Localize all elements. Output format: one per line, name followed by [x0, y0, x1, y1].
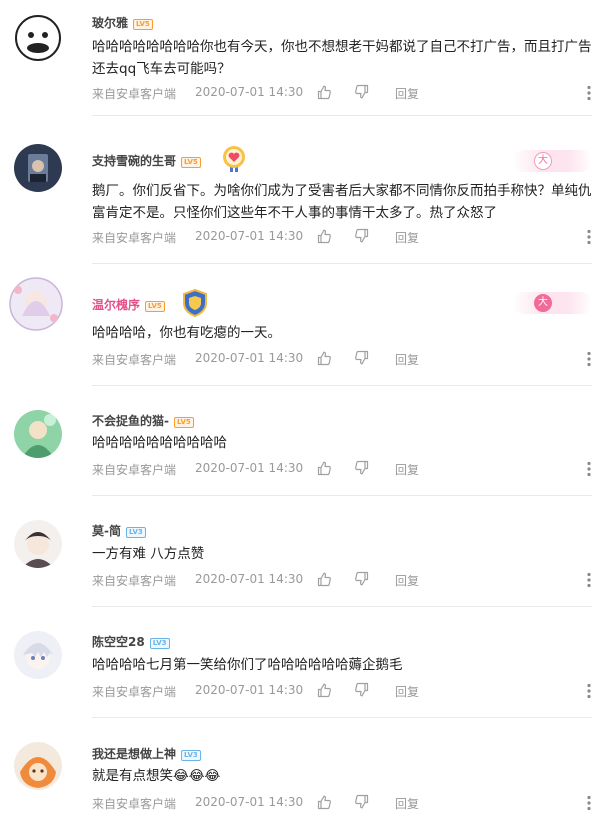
fan-badge: 大: [534, 294, 552, 312]
avatar[interactable]: [14, 742, 62, 790]
reply-button[interactable]: 回复: [395, 229, 419, 246]
comment-text: 就是有点想笑😂😂😂: [92, 768, 221, 784]
more-vertical-icon[interactable]: [586, 795, 592, 811]
timestamp: 2020-07-01 14:30: [195, 229, 304, 243]
source-label: 来自安卓客户端: [92, 353, 177, 367]
username[interactable]: 温尔槐序 LV5: [92, 296, 165, 313]
reply-button[interactable]: 回复: [395, 351, 419, 368]
thumbs-up-icon[interactable]: [316, 794, 332, 810]
username[interactable]: 不会捉鱼的猫- LV5: [92, 412, 194, 429]
comment-text: 哈哈哈哈，你也有吃瘪的一天。: [92, 325, 281, 341]
comment-item: 我还是想做上神 LV3 就是有点想笑😂😂😂 来自安卓客户端 2020-07-01 …: [0, 718, 606, 822]
username-text[interactable]: 温尔槐序: [92, 298, 140, 312]
username[interactable]: 莫-简 LV3: [92, 522, 146, 539]
comment-meta: 来自安卓客户端 2020-07-01 14:30 回复: [92, 793, 592, 813]
level-badge: LV3: [149, 638, 170, 649]
comment-meta: 来自安卓客户端 2020-07-01 14:30 回复: [92, 570, 592, 590]
username[interactable]: 玻尔雅 LV5: [92, 14, 153, 31]
timestamp: 2020-07-01 14:30: [195, 351, 304, 365]
username[interactable]: 我还是想做上神 LV3: [92, 745, 201, 762]
avatar[interactable]: [14, 410, 62, 458]
thumbs-down-icon[interactable]: [354, 794, 370, 810]
avatar[interactable]: [14, 631, 62, 679]
level-badge: LV5: [173, 417, 194, 428]
avatar[interactable]: [14, 520, 62, 568]
source-label: 来自安卓客户端: [92, 685, 177, 699]
username[interactable]: 陈空空28 LV3: [92, 633, 170, 650]
comment-text: 鹅厂。你们反省下。为啥你们成为了受害者后大家都不同情你反而拍手称快？单纯仇富肯定…: [92, 183, 592, 221]
thumbs-up-icon[interactable]: [316, 228, 332, 244]
comment-item: 玻尔雅 LV5 哈哈哈哈哈哈哈哈你也有今天，你也不想想老干妈都说了自己不打广告，而…: [0, 0, 606, 116]
username-text[interactable]: 我还是想做上神: [92, 747, 176, 761]
comment-meta: 来自安卓客户端 2020-07-01 14:30 回复: [92, 227, 592, 247]
username[interactable]: 支持雪碗的生哥 LV5: [92, 152, 201, 169]
fan-tag: 大: [512, 150, 592, 172]
avatar[interactable]: [8, 276, 64, 332]
username-text[interactable]: 玻尔雅: [92, 16, 128, 30]
timestamp: 2020-07-01 14:30: [195, 683, 304, 697]
source-label: 来自安卓客户端: [92, 574, 177, 588]
more-vertical-icon[interactable]: [586, 683, 592, 699]
thumbs-up-icon[interactable]: [316, 682, 332, 698]
level-badge: LV5: [181, 157, 201, 168]
reply-button[interactable]: 回复: [395, 572, 419, 589]
comment-item: 支持雪碗的生哥 LV5 大 鹅厂。你们反省下。为啥你们成为了受害者后大家都不同情你…: [0, 116, 606, 264]
thumbs-up-icon[interactable]: [316, 460, 332, 476]
comment-text: 哈哈哈哈哈哈哈哈哈哈: [92, 435, 227, 451]
comment-item: 不会捉鱼的猫- LV5 哈哈哈哈哈哈哈哈哈哈 来自安卓客户端 2020-07-01…: [0, 386, 606, 496]
more-vertical-icon[interactable]: [586, 461, 592, 477]
comment-text: 一方有难 八方点赞: [92, 546, 205, 562]
fan-tag: 大: [512, 292, 592, 314]
comment-item: 温尔槐序 LV5 大 哈哈哈哈，你也有吃瘪的一天。 来自安卓客户端 2020-07…: [0, 264, 606, 386]
comment-item: 莫-简 LV3 一方有难 八方点赞 来自安卓客户端 2020-07-01 14:3…: [0, 496, 606, 607]
thumbs-down-icon[interactable]: [354, 571, 370, 587]
thumbs-down-icon[interactable]: [354, 84, 370, 100]
source-label: 来自安卓客户端: [92, 797, 177, 811]
more-vertical-icon[interactable]: [586, 351, 592, 367]
comment-text: 哈哈哈哈七月第一笑给你们了哈哈哈哈哈哈薅企鹅毛: [92, 657, 403, 673]
thumbs-down-icon[interactable]: [354, 682, 370, 698]
source-label: 来自安卓客户端: [92, 231, 177, 245]
username-text[interactable]: 陈空空28: [92, 635, 145, 649]
fan-badge: 大: [534, 152, 552, 170]
avatar[interactable]: [14, 14, 62, 62]
timestamp: 2020-07-01 14:30: [195, 795, 304, 809]
username-text[interactable]: 莫-简: [92, 524, 121, 538]
username-text[interactable]: 支持雪碗的生哥: [92, 154, 176, 168]
source-label: 来自安卓客户端: [92, 87, 177, 101]
source-label: 来自安卓客户端: [92, 463, 177, 477]
thumbs-up-icon[interactable]: [316, 571, 332, 587]
thumbs-down-icon[interactable]: [354, 228, 370, 244]
comment-meta: 来自安卓客户端 2020-07-01 14:30 回复: [92, 83, 592, 103]
level-badge: LV3: [125, 527, 146, 538]
reply-button[interactable]: 回复: [395, 461, 419, 478]
reply-button[interactable]: 回复: [395, 683, 419, 700]
thumbs-down-icon[interactable]: [354, 350, 370, 366]
heart-medal-icon: [221, 145, 247, 173]
level-badge: LV5: [145, 301, 165, 312]
level-badge: LV5: [133, 19, 153, 30]
reply-button[interactable]: 回复: [395, 795, 419, 812]
username-text[interactable]: 不会捉鱼的猫-: [92, 414, 169, 428]
thumbs-up-icon[interactable]: [316, 350, 332, 366]
timestamp: 2020-07-01 14:30: [195, 461, 304, 475]
comment-meta: 来自安卓客户端 2020-07-01 14:30 回复: [92, 349, 592, 369]
timestamp: 2020-07-01 14:30: [195, 85, 304, 99]
more-vertical-icon[interactable]: [586, 572, 592, 588]
thumbs-up-icon[interactable]: [316, 84, 332, 100]
more-vertical-icon[interactable]: [586, 85, 592, 101]
comment-meta: 来自安卓客户端 2020-07-01 14:30 回复: [92, 681, 592, 701]
shield-medal-icon: [182, 289, 208, 317]
level-badge: LV3: [181, 750, 201, 761]
more-vertical-icon[interactable]: [586, 229, 592, 245]
avatar[interactable]: [14, 144, 62, 192]
reply-button[interactable]: 回复: [395, 85, 419, 102]
thumbs-down-icon[interactable]: [354, 460, 370, 476]
comment-text: 哈哈哈哈哈哈哈哈你也有今天，你也不想想老干妈都说了自己不打广告，而且打广告还去q…: [92, 39, 592, 77]
comment-item: 陈空空28 LV3 哈哈哈哈七月第一笑给你们了哈哈哈哈哈哈薅企鹅毛 来自安卓客户端…: [0, 607, 606, 718]
timestamp: 2020-07-01 14:30: [195, 572, 304, 586]
comment-meta: 来自安卓客户端 2020-07-01 14:30 回复: [92, 459, 592, 479]
